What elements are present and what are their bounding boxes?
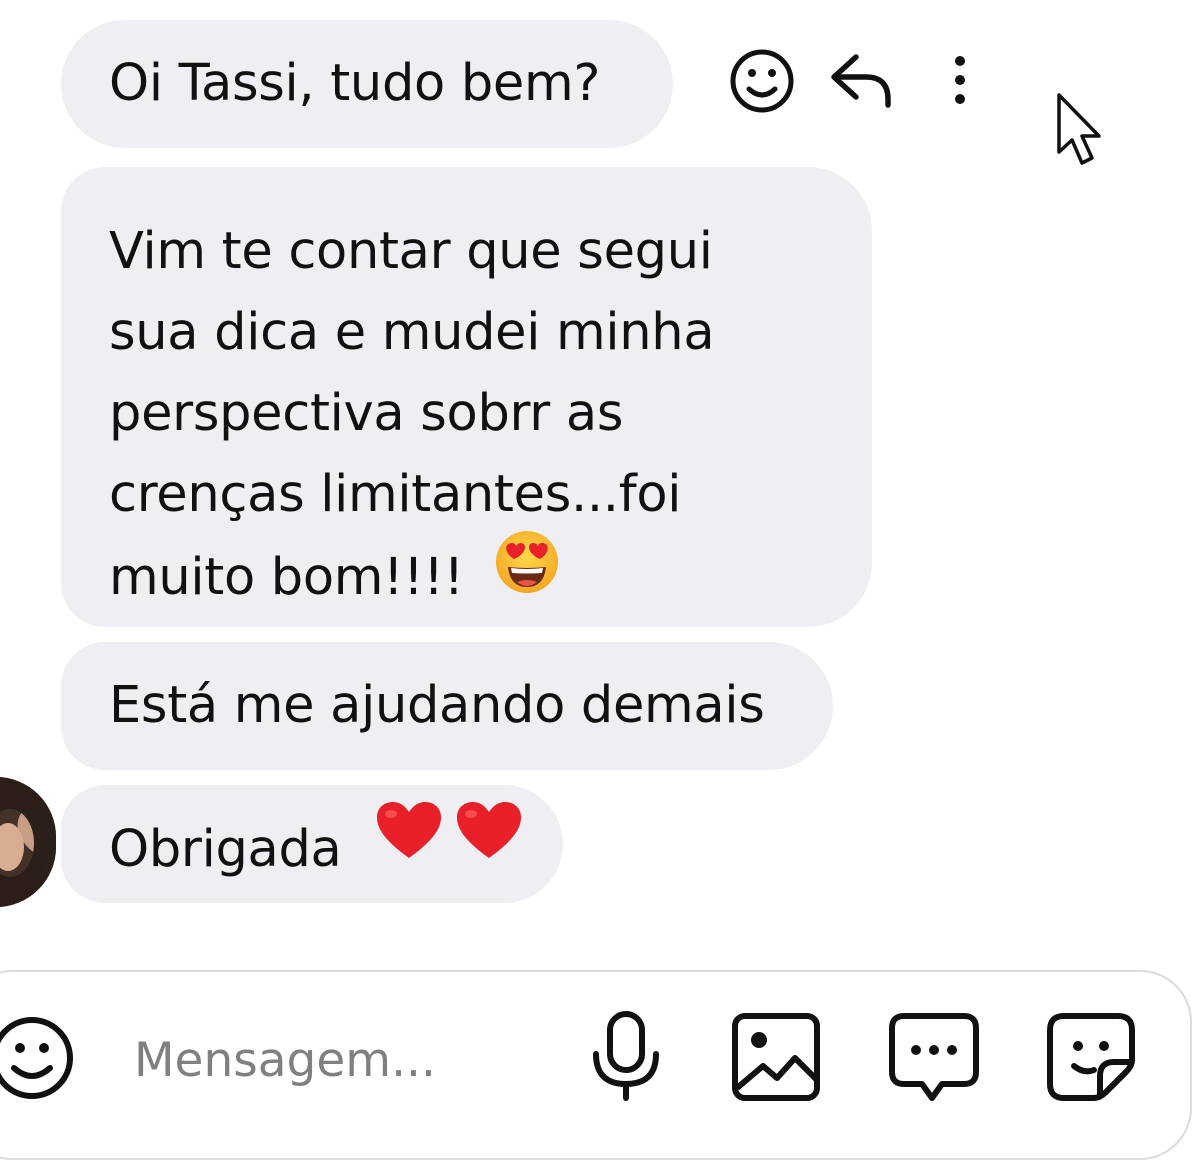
- message-text-line: muito bom!!!!: [109, 548, 464, 607]
- chat-thread: Oi Tassi, tudo bem? Vim te contar que se…: [0, 0, 1197, 1164]
- microphone-icon[interactable]: [590, 1008, 662, 1108]
- message-bubble[interactable]: Está me ajudando demais: [61, 642, 833, 770]
- avatar[interactable]: [0, 777, 56, 907]
- message-text-line: crenças limitantes...foi: [109, 465, 682, 524]
- more-options-icon[interactable]: [936, 45, 984, 121]
- message-bubble[interactable]: Obrigada: [61, 785, 563, 903]
- message-text-line: Vim te contar que segui: [109, 222, 713, 281]
- message-text-line: perspectiva sobrr as: [109, 384, 624, 443]
- reply-icon[interactable]: [828, 45, 896, 121]
- sticker-icon[interactable]: [1044, 1008, 1140, 1108]
- message-text-line: sua dica e mudei minha: [109, 303, 715, 362]
- chat-bubble-icon[interactable]: [886, 1008, 982, 1108]
- heart-eyes-emoji-icon: [494, 529, 560, 619]
- message-bubble[interactable]: Oi Tassi, tudo bem?: [61, 20, 673, 148]
- message-bubble[interactable]: Vim te contar que segui sua dica e mudei…: [61, 167, 872, 627]
- red-heart-icon: [375, 781, 443, 911]
- message-text: Obrigada: [109, 820, 342, 879]
- message-text: Oi Tassi, tudo bem?: [109, 54, 601, 113]
- message-input[interactable]: [134, 1020, 554, 1100]
- mouse-cursor-icon: [1055, 92, 1111, 180]
- red-heart-icon: [455, 781, 523, 911]
- emoji-icon[interactable]: [0, 1010, 80, 1110]
- image-icon[interactable]: [731, 1008, 821, 1108]
- message-text: Está me ajudando demais: [109, 676, 765, 735]
- smiley-react-icon[interactable]: [728, 45, 796, 121]
